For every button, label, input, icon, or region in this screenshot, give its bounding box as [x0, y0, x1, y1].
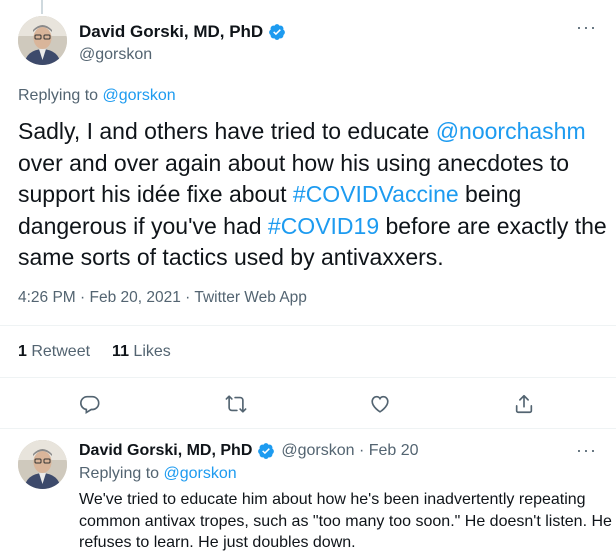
reply-author-name[interactable]: David Gorski, MD, PhD [79, 442, 252, 460]
hashtag-link[interactable]: #COVIDVaccine [293, 181, 459, 207]
divider [0, 377, 616, 378]
retweet-label: Retweet [26, 343, 91, 360]
share-icon [515, 394, 533, 414]
like-count-link[interactable]: 11 Likes [112, 343, 171, 361]
reply-author-handle-date[interactable]: @gorskon · Feb 20 [281, 442, 418, 460]
replying-to: Replying to @gorskon [18, 87, 176, 105]
retweet-icon [225, 395, 247, 413]
share-button[interactable] [510, 390, 538, 418]
tweet-timestamp-source[interactable]: 4:26 PM · Feb 20, 2021 · Twitter Web App [18, 289, 307, 307]
divider [0, 428, 616, 429]
avatar-photo-icon [18, 16, 67, 65]
replying-to-prefix: Replying to [18, 87, 103, 104]
tweet-text: Sadly, I and others have tried to educat… [18, 116, 608, 274]
reply-button[interactable] [76, 390, 104, 418]
verified-badge-icon [269, 24, 286, 40]
reply-tweet-text: We've tried to educate him about how he'… [79, 491, 612, 551]
like-button[interactable] [366, 390, 394, 418]
heart-icon [371, 395, 389, 413]
more-options-icon[interactable]: ··· [576, 441, 597, 459]
more-options-icon[interactable]: ··· [576, 18, 597, 36]
author-avatar[interactable] [18, 16, 67, 65]
replying-to-handle-link[interactable]: @gorskon [103, 87, 176, 104]
author-name[interactable]: David Gorski, MD, PhD [79, 22, 286, 42]
divider [0, 325, 616, 326]
reply-replying-to: Replying to @gorskon [79, 465, 237, 483]
thread-connector-line [41, 0, 43, 14]
retweet-count-link[interactable]: 1 Retweet [18, 343, 90, 361]
reply-header: David Gorski, MD, PhD @gorskon · Feb 20 [79, 442, 419, 460]
replying-to-prefix: Replying to [79, 465, 164, 482]
hashtag-link[interactable]: #COVID19 [268, 213, 379, 239]
mention-link[interactable]: @noorchashm [436, 118, 586, 144]
replying-to-handle-link[interactable]: @gorskon [164, 465, 237, 482]
like-count: 11 [112, 343, 129, 360]
author-handle[interactable]: @gorskon [79, 46, 152, 64]
reply-author-avatar[interactable] [18, 440, 67, 489]
engagement-stats: 1 Retweet 11 Likes [18, 343, 193, 361]
tweet-actions-bar [0, 390, 616, 420]
retweet-button[interactable] [222, 390, 250, 418]
avatar-photo-icon [18, 440, 67, 489]
author-name-text: David Gorski, MD, PhD [79, 22, 264, 41]
retweet-count: 1 [18, 343, 27, 360]
verified-badge-icon [258, 443, 275, 459]
tweet-text-part: Sadly, I and others have tried to educat… [18, 118, 436, 144]
like-label: Likes [128, 343, 171, 360]
reply-icon [80, 395, 100, 415]
